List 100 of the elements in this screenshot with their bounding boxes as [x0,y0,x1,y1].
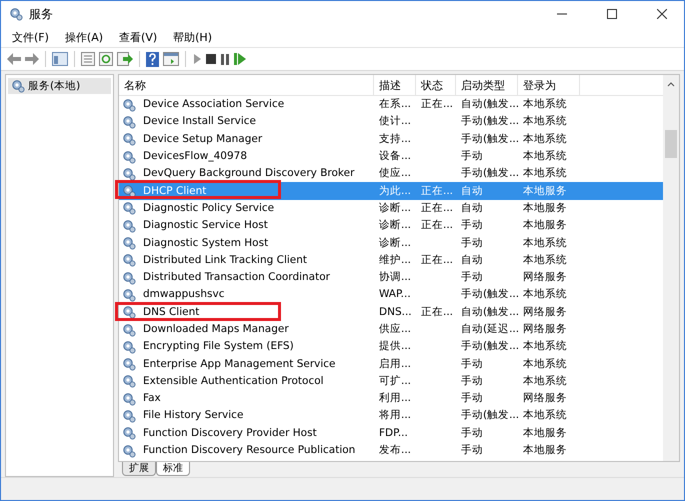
scroll-thumb[interactable] [665,130,677,158]
table-row[interactable]: dmwappushsvc WAP... 手动(触发... 本地系统 [119,286,663,304]
table-cell-text: 供应... [378,322,412,337]
table-row[interactable]: Enterprise App Management Service 启用... 手动 本地系统 [119,355,663,373]
table-cell-text: 在系... [378,97,412,112]
table-row[interactable]: DevicesFlow_40978 设备... 手动 本地系统 [119,148,663,166]
close-icon[interactable] [657,9,667,19]
window-icon[interactable] [163,52,179,66]
table-row[interactable]: Device Install Service 使计... 手动(触发... 本地系统 [119,113,663,131]
gear-icon [122,357,136,372]
service-name: Function Discovery Provider Host [142,426,317,441]
table-cell-text: DNS... [378,304,413,320]
table-cell-text: 手动 [460,374,484,389]
table-cell-text: 本地服务 [522,218,568,234]
service-name: Device Setup Manager [142,132,262,147]
gear-icon [122,288,136,302]
refresh-icon[interactable] [99,52,113,66]
forward-icon[interactable] [25,53,39,65]
pause-icon[interactable] [220,54,230,64]
table-cell-text: 发布... [378,443,412,458]
table-cell-text: 本地系统 [522,408,568,424]
service-name: Function Discovery Resource Publication [142,443,356,458]
tree-item[interactable]: 服务(本地) [8,78,111,94]
scrollbar[interactable] [663,75,679,461]
service-name: Extensible Authentication Protocol [142,374,324,389]
gear-icon [122,184,136,198]
service-name: DNS Client [142,304,200,320]
column-header[interactable]: 状态 [416,75,456,95]
table-row[interactable]: Function Discovery Provider Host FDP... 手动 本地服务 [119,424,663,442]
table-cell-text: 网络服务 [522,270,568,286]
table-row[interactable]: Diagnostic Service Host 诊断... 正在... 手动 本地服务 [119,217,663,234]
gear-icon [122,426,136,440]
service-name: dmwappushsvc [142,287,224,302]
table-cell-text: 正在... [420,252,454,268]
table-cell-text: 启用... [378,356,412,372]
table-cell-text: 手动 [460,426,484,441]
table-row[interactable]: Downloaded Maps Manager 供应... 自动(延迟... 网络服务 [119,320,663,338]
table-cell-text: 提供... [378,339,412,354]
table-row[interactable]: DNS Client DNS... 正在... 自动(触发... 网络服务 [119,304,663,321]
table-row[interactable]: Distributed Transaction Coordinator 协调... 手动 网络服务 [119,268,663,286]
table-row[interactable]: Diagnostic Policy Service 诊断... 正在... 自动 本地服务 [119,200,663,218]
gear-icon [122,392,136,406]
maximize-icon[interactable] [607,9,617,19]
table-cell-text: 手动 [460,149,484,164]
restart-icon[interactable] [234,53,246,65]
play-icon[interactable] [192,53,202,65]
table-row[interactable]: DevQuery Background Discovery Broker 使应... 手动(触发... 本地系统 [119,165,663,182]
view-tab[interactable]: 扩展 [122,462,156,476]
table-cell-text: 手动 [460,356,484,372]
service-name: Diagnostic Service Host [142,218,268,234]
table-row[interactable]: Fax 利用... 手动 网络服务 [119,390,663,408]
export-icon[interactable] [117,52,133,66]
table-cell-text: 本地系统 [522,374,568,389]
console-tree-icon[interactable] [52,52,68,66]
properties-icon[interactable] [81,52,95,66]
table-cell-text: 手动 [460,443,484,458]
table-cell-text: 本地服务 [522,200,568,216]
table-cell-text: 可扩... [378,374,412,389]
table-cell-text: 手动(触发... [460,166,518,182]
table-row[interactable]: Function Discovery Resource Publication 发布... 手动 本地服务 [119,442,663,460]
gear-icon [122,322,136,336]
menu-item[interactable]: 帮助(H) [166,30,221,44]
table-row[interactable]: Distributed Link Tracking Client 维护... 正在... 自动 本地系统 [119,252,663,269]
table-cell-text: 正在... [420,304,454,320]
menu-item[interactable]: 操作(A) [58,30,112,44]
table-cell-text: 手动(触发... [460,339,518,354]
service-name: DevQuery Background Discovery Broker [142,166,354,182]
table-row[interactable]: Device Association Service 在系... 正在... 自动(触发... 本地系统 [119,96,663,114]
back-icon[interactable] [7,53,21,65]
table-row[interactable]: Extensible Authentication Protocol 可扩... 手动 本地系统 [119,372,663,390]
gear-icon [122,218,136,233]
table-row[interactable]: Encrypting File System (EFS) 提供... 手动(触发... 本地系统 [119,338,663,356]
gear-icon [122,150,136,164]
gear-icon [122,132,136,146]
table-cell-text: 手动(触发... [460,132,518,147]
menu-item[interactable]: 查看(V) [112,30,166,44]
table-cell-text: 本地系统 [522,356,568,372]
gear-icon [122,374,136,388]
table-cell-text: 手动 [460,218,484,234]
gear-icon [122,444,136,458]
service-name: Distributed Transaction Coordinator [142,270,330,286]
table-cell-text: 协调... [378,270,412,286]
table-cell-text: 自动 [460,200,484,216]
column-header[interactable]: 登录为 [518,75,580,95]
table-row[interactable]: File History Service 将用... 手动(触发... 本地系统 [119,407,663,425]
column-header[interactable]: 描述 [374,75,416,95]
table-cell-text: 诊断... [378,200,412,216]
table-row[interactable]: Diagnostic System Host 诊断... 手动 本地系统 [119,234,663,252]
menu-item[interactable]: 文件(F) [5,30,58,44]
table-cell-text: 手动 [460,391,484,406]
table-cell-text: 网络服务 [522,391,568,406]
column-header[interactable]: 名称 [119,75,374,95]
table-cell-text: 使计... [378,114,412,130]
help-icon[interactable] [146,52,159,66]
view-tab[interactable]: 标准 [156,462,190,476]
column-header[interactable]: 启动类型 [456,75,518,95]
scroll-up-icon[interactable] [667,81,675,87]
table-row[interactable]: Device Setup Manager 支持... 手动(触发... 本地系统 [119,130,663,148]
table-cell-text: 自动(延迟... [460,322,518,337]
table-cell-text: 自动 [460,184,484,199]
